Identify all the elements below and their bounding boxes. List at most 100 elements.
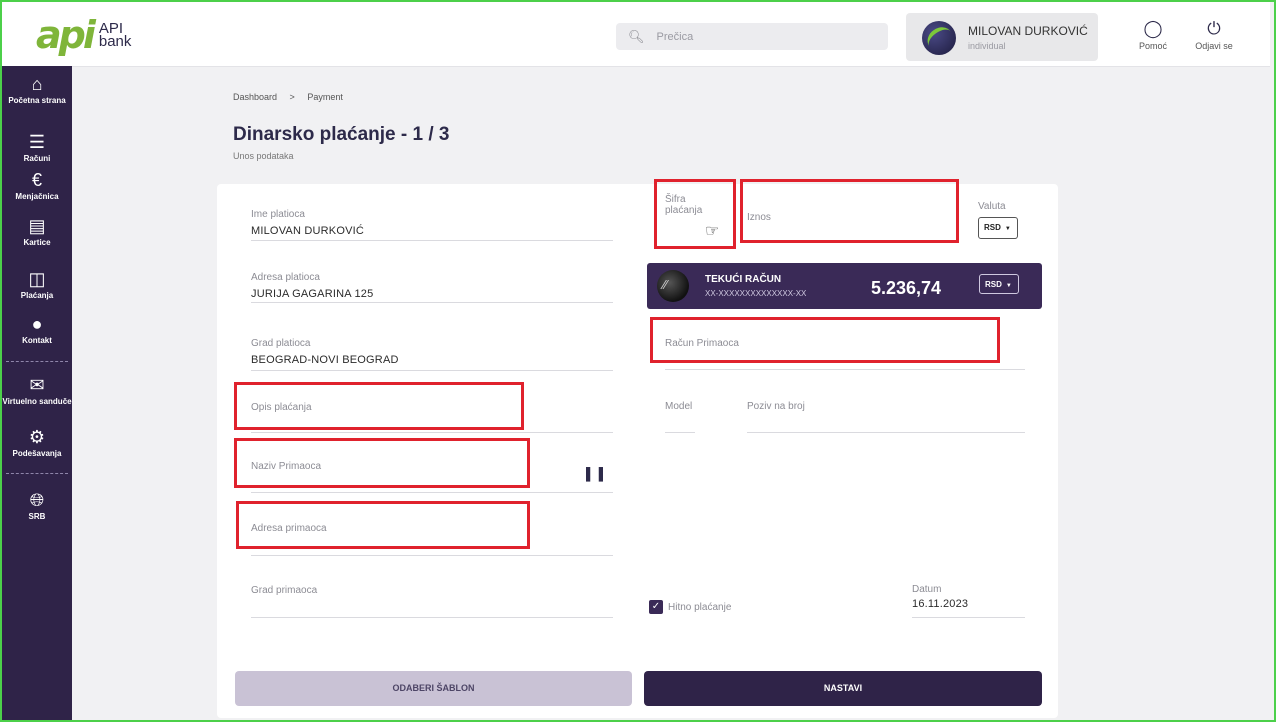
recipient-account-input[interactable]: Račun Primaoca [665, 338, 739, 349]
field-underline [251, 302, 613, 303]
sidebar-divider [6, 473, 68, 474]
mail-icon: ✉ [29, 375, 45, 395]
help-button[interactable]: ◯ Pomoć [1133, 19, 1173, 52]
sidebar-item-payments[interactable]: ◫ Plaćanja [2, 269, 72, 300]
sidebar-item-label: Virtuelno sanduče [2, 397, 72, 406]
page-subtitle: Unos podataka [233, 151, 294, 161]
payer-city-field[interactable]: Grad platioca BEOGRAD-NOVI BEOGRAD [251, 338, 399, 366]
lightbulb-icon: ◯ [1143, 19, 1163, 38]
payer-name-value: MILOVAN DURKOVIĆ [251, 225, 365, 237]
logo-text: API bank [99, 21, 132, 49]
field-underline [251, 555, 613, 556]
chevron-down-icon: ▼ [1005, 283, 1012, 289]
sidebar-item-contact[interactable]: ● Kontakt [2, 314, 72, 345]
currency-select[interactable]: RSD ▼ [978, 217, 1018, 239]
sidebar-item-exchange[interactable]: € Menjačnica [2, 170, 72, 201]
address-book-icon[interactable]: ▌▐ [586, 467, 603, 481]
page-title: Dinarsko plaćanje - 1 / 3 [233, 124, 450, 145]
search-box[interactable]: 🔍︎ [616, 23, 888, 50]
hand-cursor-icon: ☞ [705, 223, 720, 240]
date-field[interactable]: Datum 16.11.2023 [912, 584, 968, 610]
sidebar-item-home[interactable]: ⌂ Početna strana [2, 74, 72, 105]
search-icon: 🔍︎ [628, 28, 645, 44]
sidebar-item-label: Početna strana [8, 96, 66, 105]
sidebar-item-label: Menjačnica [15, 192, 59, 201]
globe-icon: 🌐︎ [29, 490, 45, 510]
payment-description-input[interactable]: Opis plaćanja [251, 402, 312, 413]
logo-mark: api [36, 13, 96, 57]
exchange-icon: € [31, 170, 42, 190]
sidebar-divider [6, 361, 68, 362]
user-name: MILOVAN DURKOVIĆ [968, 24, 1088, 38]
payer-city-value: BEOGRAD-NOVI BEOGRAD [251, 354, 399, 366]
amount-input[interactable]: Iznos [747, 212, 771, 223]
currency-field: Valuta [978, 201, 1006, 212]
payer-city-label: Grad platioca [251, 338, 311, 349]
field-underline [251, 492, 613, 493]
help-label: Pomoć [1138, 41, 1167, 51]
payer-name-label: Ime platioca [251, 209, 305, 220]
payment-code-label-2: plaćanja [665, 205, 703, 216]
payment-code-label-1: Šifra [665, 194, 686, 205]
date-value: 16.11.2023 [912, 598, 969, 610]
payer-address-field[interactable]: Adresa platioca JURIJA GAGARINA 125 [251, 272, 373, 300]
user-profile[interactable]: MILOVAN DURKOVIĆ individual [906, 13, 1098, 61]
wallet-icon: ◫ [28, 269, 46, 289]
reference-input[interactable]: Poziv na broj [747, 401, 805, 412]
user-type: individual [968, 41, 1006, 51]
field-underline [251, 370, 613, 371]
urgent-label: Hitno plaćanje [668, 602, 732, 613]
list-icon: ☰ [28, 132, 46, 152]
contact-icon: ● [31, 314, 43, 334]
logout-label: Odjavi se [1195, 41, 1233, 51]
field-underline [665, 369, 1025, 370]
home-icon: ⌂ [31, 74, 43, 94]
payment-code-field[interactable]: Šifra plaćanja [665, 194, 702, 216]
select-template-button[interactable]: ODABERI ŠABLON [235, 671, 632, 706]
payer-address-value: JURIJA GAGARINA 125 [251, 288, 374, 300]
payer-name-field[interactable]: Ime platioca MILOVAN DURKOVIĆ [251, 209, 364, 237]
date-label: Datum [912, 584, 942, 595]
breadcrumb: Dashboard > Payment [233, 92, 353, 102]
sidebar-item-label: Kartice [23, 238, 51, 247]
account-number: XX-XXXXXXXXXXXXXX-XX [705, 289, 807, 298]
gear-icon: ⚙ [28, 427, 46, 447]
field-underline [251, 617, 613, 618]
account-currency: RSD [985, 280, 1002, 289]
model-input[interactable]: Model [665, 401, 692, 412]
account-balance: 5.236,74 [871, 278, 942, 298]
avatar [922, 21, 956, 55]
search-input[interactable] [654, 29, 879, 44]
field-underline [251, 240, 613, 241]
sidebar-item-label: Plaćanja [20, 291, 54, 300]
field-underline [665, 432, 695, 433]
sidebar-item-mailbox[interactable]: ✉ Virtuelno sanduče [2, 375, 72, 406]
logout-button[interactable]: ⏻ Odjavi se [1192, 20, 1236, 52]
sidebar-item-accounts[interactable]: ☰ Računi [2, 132, 72, 163]
chevron-down-icon: ▼ [1004, 226, 1011, 232]
field-underline [251, 432, 613, 433]
account-currency-select[interactable]: RSD ▼ [979, 274, 1019, 294]
sidebar-item-language[interactable]: 🌐︎ SRB [2, 490, 72, 521]
sidebar-item-label: Kontakt [22, 336, 52, 345]
urgent-checkbox[interactable]: ✓ [649, 600, 663, 614]
recipient-address-input[interactable]: Adresa primaoca [251, 523, 327, 534]
payer-address-label: Adresa platioca [251, 272, 320, 283]
field-underline [747, 432, 1025, 433]
card-icon: ▤ [28, 216, 46, 236]
field-underline [912, 617, 1025, 618]
amount-highlight [740, 179, 959, 243]
breadcrumb-dashboard[interactable]: Dashboard [233, 92, 277, 102]
sidebar-item-label: SRB [28, 512, 46, 521]
api-bank-logo[interactable]: api API bank [36, 13, 132, 57]
breadcrumb-separator: > [289, 92, 295, 102]
sidebar-item-settings[interactable]: ⚙ Podešavanja [2, 427, 72, 458]
recipient-city-field[interactable]: Grad primaoca [251, 585, 317, 596]
recipient-name-input[interactable]: Naziv Primaoca [251, 461, 321, 472]
sidebar-item-cards[interactable]: ▤ Kartice [2, 216, 72, 247]
sidebar: ⌂ Početna strana ☰ Računi € Menjačnica ▤… [2, 66, 72, 720]
breadcrumb-payment: Payment [307, 92, 343, 102]
continue-button[interactable]: NASTAVI [644, 671, 1042, 706]
account-logo-icon [657, 270, 689, 302]
currency-value: RSD [984, 223, 1001, 232]
